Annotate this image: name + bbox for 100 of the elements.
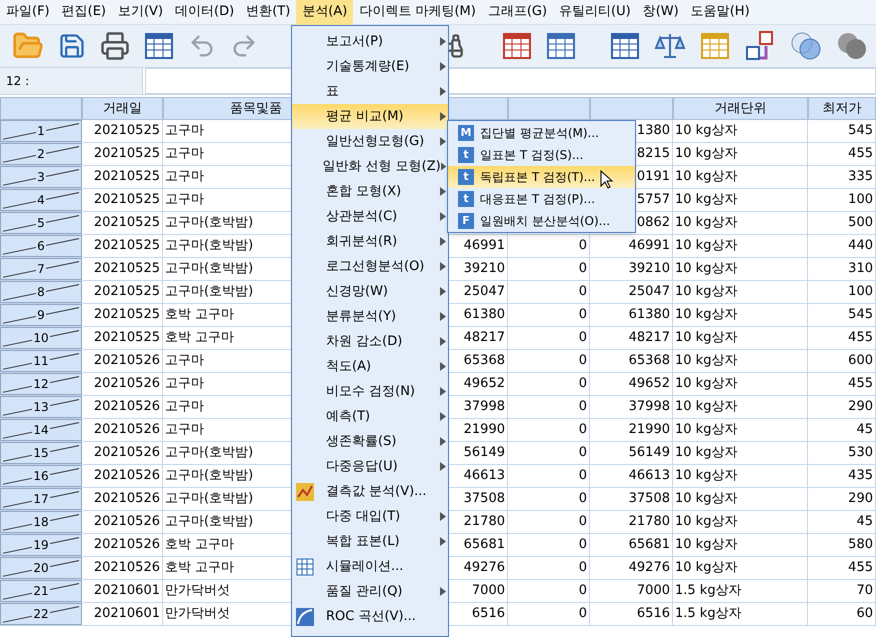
table-cell: 100	[808, 189, 876, 211]
split-file-icon[interactable]	[744, 30, 776, 62]
menu-item[interactable]: 품질 관리(Q)	[292, 579, 448, 604]
test-icon: t	[458, 191, 474, 207]
row-header[interactable]: 15	[0, 442, 82, 464]
row-header[interactable]: 4	[0, 189, 82, 211]
menu-item[interactable]: 기술통계량(E)	[292, 54, 448, 79]
row-header[interactable]: 1	[0, 120, 82, 142]
table-cell: 10 kg상자	[673, 465, 808, 487]
table-cell: 20210526	[82, 534, 163, 556]
submenu-arrow-icon	[440, 137, 446, 146]
table-cell: 10 kg상자	[673, 189, 808, 211]
table-cell: 60	[808, 603, 876, 625]
table-cell: 10 kg상자	[673, 327, 808, 349]
table-cell: 10 kg상자	[673, 304, 808, 326]
submenu-arrow-icon	[440, 287, 446, 296]
column-header[interactable]: 거래단위	[673, 97, 808, 120]
menu-label: 차원 감소(D)	[326, 332, 404, 351]
submenu-arrow-icon	[440, 312, 446, 321]
menu-item[interactable]: 신경망(W)	[292, 279, 448, 304]
row-header[interactable]: 6	[0, 235, 82, 257]
submenu-arrow-icon	[440, 587, 446, 596]
table-cell: 20210525	[82, 304, 163, 326]
table-cell: 0	[508, 557, 590, 579]
menu-item[interactable]: 그래프(G)	[482, 0, 554, 24]
row-header[interactable]: 2	[0, 143, 82, 165]
menu-item[interactable]: 파일(F)	[0, 0, 56, 24]
table-cell: 0	[508, 327, 590, 349]
printer-icon[interactable]	[100, 31, 130, 61]
table-cell: 20210526	[82, 511, 163, 533]
circles-icon[interactable]	[790, 30, 822, 62]
table-cell: 10 kg상자	[673, 442, 808, 464]
save-icon[interactable]	[58, 32, 86, 60]
table-icon[interactable]	[502, 31, 532, 61]
menu-item[interactable]: 평균 비교(M)	[292, 104, 448, 129]
table-cell: 20210525	[82, 235, 163, 257]
menu-item[interactable]: 창(W)	[636, 0, 685, 24]
row-header[interactable]: 20	[0, 557, 82, 579]
menu-item[interactable]: 변환(T)	[240, 0, 296, 24]
row-header[interactable]: 14	[0, 419, 82, 441]
column-header[interactable]: 최저가	[808, 97, 876, 120]
table-icon[interactable]	[546, 31, 576, 61]
row-header[interactable]: 18	[0, 511, 82, 533]
menu-item[interactable]: 분석(A)	[296, 0, 354, 24]
row-header[interactable]: 11	[0, 350, 82, 372]
menu-item[interactable]: 시뮬레이션...	[292, 554, 448, 579]
menu-item[interactable]: t 독립표본 T 검정(T)...	[448, 166, 635, 188]
menu-item[interactable]: 다이렉트 마케팅(M)	[353, 0, 482, 24]
submenu-arrow-icon	[440, 362, 446, 371]
table-cell: 435	[808, 465, 876, 487]
row-header[interactable]: 19	[0, 534, 82, 556]
table-cell: 10 kg상자	[673, 258, 808, 280]
table-cell: 39210	[590, 258, 673, 280]
table-cell: 10 kg상자	[673, 212, 808, 234]
row-header[interactable]: 13	[0, 396, 82, 418]
menu-item[interactable]: 편집(E)	[56, 0, 112, 24]
row-header[interactable]: 9	[0, 304, 82, 326]
row-header[interactable]: 12	[0, 373, 82, 395]
menu-item[interactable]: 도움말(H)	[684, 0, 756, 24]
row-header[interactable]: 17	[0, 488, 82, 510]
row-header[interactable]: 7	[0, 258, 82, 280]
row-header[interactable]: 3	[0, 166, 82, 188]
menu-item[interactable]: 분류분석(Y)	[292, 304, 448, 329]
table-cell: 0	[508, 419, 590, 441]
column-header[interactable]: 거래일	[82, 97, 163, 120]
data-view-icon[interactable]	[144, 31, 174, 61]
menu-item[interactable]: 표	[292, 79, 448, 104]
menu-label: 로그선형분석(O)	[326, 258, 426, 276]
table-cell: 10 kg상자	[673, 373, 808, 395]
row-header[interactable]: 22	[0, 603, 82, 625]
table-cell: 20210525	[82, 189, 163, 211]
row-header[interactable]: 8	[0, 281, 82, 303]
table-cell: 0	[508, 350, 590, 372]
table-cell: 20210526	[82, 373, 163, 395]
table-cell: 65681	[590, 534, 673, 556]
menu-label: 표	[326, 82, 340, 101]
row-header[interactable]: 16	[0, 465, 82, 487]
table-cell: 20210526	[82, 419, 163, 441]
row-header[interactable]: 5	[0, 212, 82, 234]
table-cell: 500	[808, 212, 876, 234]
table-cell: 45	[808, 419, 876, 441]
menu-label: 시뮬레이션...	[326, 558, 404, 576]
table-cell: 10 kg상자	[673, 120, 808, 142]
menu-label: 일표본 T 검정(S)...	[480, 147, 584, 164]
submenu-arrow-icon	[440, 537, 446, 546]
table-cell: 0	[508, 281, 590, 303]
table-cell: 45	[808, 511, 876, 533]
row-header[interactable]: 21	[0, 580, 82, 602]
test-icon: t	[458, 147, 474, 163]
submenu-arrow-icon	[440, 62, 446, 71]
table-cell: 455	[808, 327, 876, 349]
menu-item[interactable]: 데이터(D)	[169, 0, 240, 24]
circles-icon[interactable]	[836, 30, 868, 62]
menu-item[interactable]: 보기(V)	[112, 0, 170, 24]
row-header[interactable]: 10	[0, 327, 82, 349]
table-cell: 46613	[590, 465, 673, 487]
table-cell: 48217	[590, 327, 673, 349]
menu-item[interactable]: 유틸리티(U)	[553, 0, 637, 24]
menu-item[interactable]: 보고서(P)	[292, 29, 448, 54]
table-icon[interactable]	[610, 31, 640, 61]
